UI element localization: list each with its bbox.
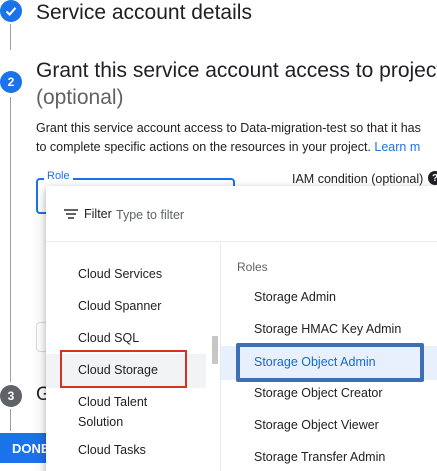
description-line-2-text: to complete specific actions on the reso… bbox=[36, 140, 371, 154]
role-item[interactable]: Storage Admin bbox=[221, 287, 437, 307]
filter-input[interactable] bbox=[116, 206, 266, 224]
help-icon[interactable]: ? bbox=[428, 171, 437, 185]
learn-more-link[interactable]: Learn m bbox=[374, 140, 420, 154]
step-2-description: Grant this service account access to Dat… bbox=[36, 119, 421, 157]
role-item[interactable]: Storage Object Creator bbox=[221, 383, 437, 403]
description-line-2: to complete specific actions on the reso… bbox=[36, 138, 421, 157]
role-dropdown-panel: Filter Cloud Services Cloud Spanner Clou… bbox=[46, 186, 437, 471]
filter-bar: Filter bbox=[46, 186, 437, 242]
stepper-line-bottom bbox=[10, 409, 11, 431]
roles-header: Roles bbox=[237, 260, 268, 274]
done-button[interactable]: DONE bbox=[0, 433, 50, 463]
stepper-line-top bbox=[10, 24, 11, 50]
add-condition-field-edge bbox=[36, 322, 46, 352]
service-item[interactable]: Cloud Spanner bbox=[46, 296, 212, 316]
service-item[interactable]: Cloud Talent Solution bbox=[46, 392, 186, 432]
role-item[interactable]: Storage Transfer Admin bbox=[221, 447, 437, 467]
role-item[interactable]: Storage HMAC Key Admin bbox=[221, 319, 437, 339]
service-item[interactable]: Cloud Services bbox=[46, 264, 212, 284]
step-3-number: 3 bbox=[0, 385, 22, 407]
role-field-label: Role bbox=[44, 170, 73, 182]
step-1-complete-icon bbox=[0, 0, 22, 22]
step-2-title: Grant this service account access to pro… bbox=[36, 59, 437, 82]
service-item[interactable]: Cloud SQL bbox=[46, 328, 212, 348]
services-scrollbar[interactable] bbox=[212, 336, 218, 364]
stepper-line-middle bbox=[10, 97, 11, 382]
iam-condition-label: IAM condition (optional) bbox=[292, 172, 424, 186]
cloud-storage-highlight bbox=[60, 350, 187, 388]
service-item[interactable]: Cloud Tasks bbox=[46, 440, 212, 460]
step-1-title: Service account details bbox=[36, 1, 252, 24]
role-item[interactable]: Storage Object Viewer bbox=[221, 415, 437, 435]
description-line-1: Grant this service account access to Dat… bbox=[36, 121, 421, 135]
storage-object-admin-highlight bbox=[236, 343, 424, 382]
step-2-optional-label: (optional) bbox=[36, 86, 124, 109]
filter-label: Filter bbox=[84, 207, 112, 221]
filter-icon bbox=[64, 209, 78, 219]
step-2-number: 2 bbox=[0, 71, 22, 93]
